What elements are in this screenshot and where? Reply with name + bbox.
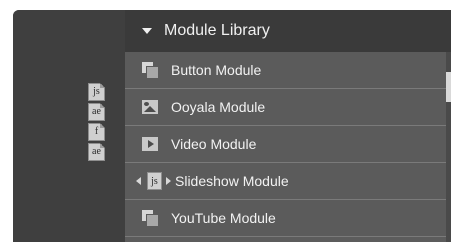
- file-icon-label: f: [94, 126, 99, 137]
- module-icon: [142, 210, 158, 226]
- list-item-button-module[interactable]: Button Module: [125, 52, 446, 89]
- f-file-icon[interactable]: f: [88, 123, 105, 141]
- module-label: YouTube Module: [171, 210, 276, 226]
- caret-down-icon[interactable]: [142, 28, 152, 34]
- js-file-icon[interactable]: js: [147, 172, 162, 190]
- ae-file-icon[interactable]: ae: [88, 103, 105, 121]
- ae-file-icon[interactable]: ae: [88, 143, 105, 161]
- js-file-icon[interactable]: js: [88, 83, 105, 101]
- scrollbar-thumb[interactable]: [446, 72, 451, 102]
- module-library-panel: Module Library Button Module Ooyala Modu…: [125, 10, 451, 242]
- file-icon-label: js: [93, 86, 100, 97]
- drag-icon-label: js: [151, 175, 158, 187]
- vertical-scrollbar[interactable]: [446, 52, 451, 242]
- module-label: Button Module: [171, 62, 262, 78]
- left-gutter: js ae f ae: [13, 10, 125, 242]
- drag-left-arrow-icon: [136, 177, 141, 185]
- play-icon: [142, 137, 158, 151]
- file-icon-label: ae: [92, 106, 101, 117]
- drag-right-arrow-icon: [166, 177, 171, 185]
- file-icons-stack: js ae f ae: [88, 83, 110, 163]
- module-list: Button Module Ooyala Module Video Module…: [125, 52, 446, 237]
- module-library-header[interactable]: Module Library: [125, 10, 451, 52]
- module-label: Video Module: [171, 136, 257, 152]
- list-item-ooyala-module[interactable]: Ooyala Module: [125, 89, 446, 126]
- panel-title: Module Library: [164, 22, 270, 39]
- list-item-video-module[interactable]: Video Module: [125, 126, 446, 163]
- list-item-slideshow-module[interactable]: js Slideshow Module: [125, 163, 446, 200]
- module-label: Slideshow Module: [175, 173, 289, 189]
- module-label: Ooyala Module: [171, 99, 266, 115]
- module-library-window: js ae f ae Module Library Button Module …: [13, 10, 451, 242]
- file-icon-label: ae: [92, 146, 101, 157]
- module-icon: [142, 62, 158, 78]
- image-icon: [142, 100, 158, 114]
- list-item-youtube-module[interactable]: YouTube Module: [125, 200, 446, 237]
